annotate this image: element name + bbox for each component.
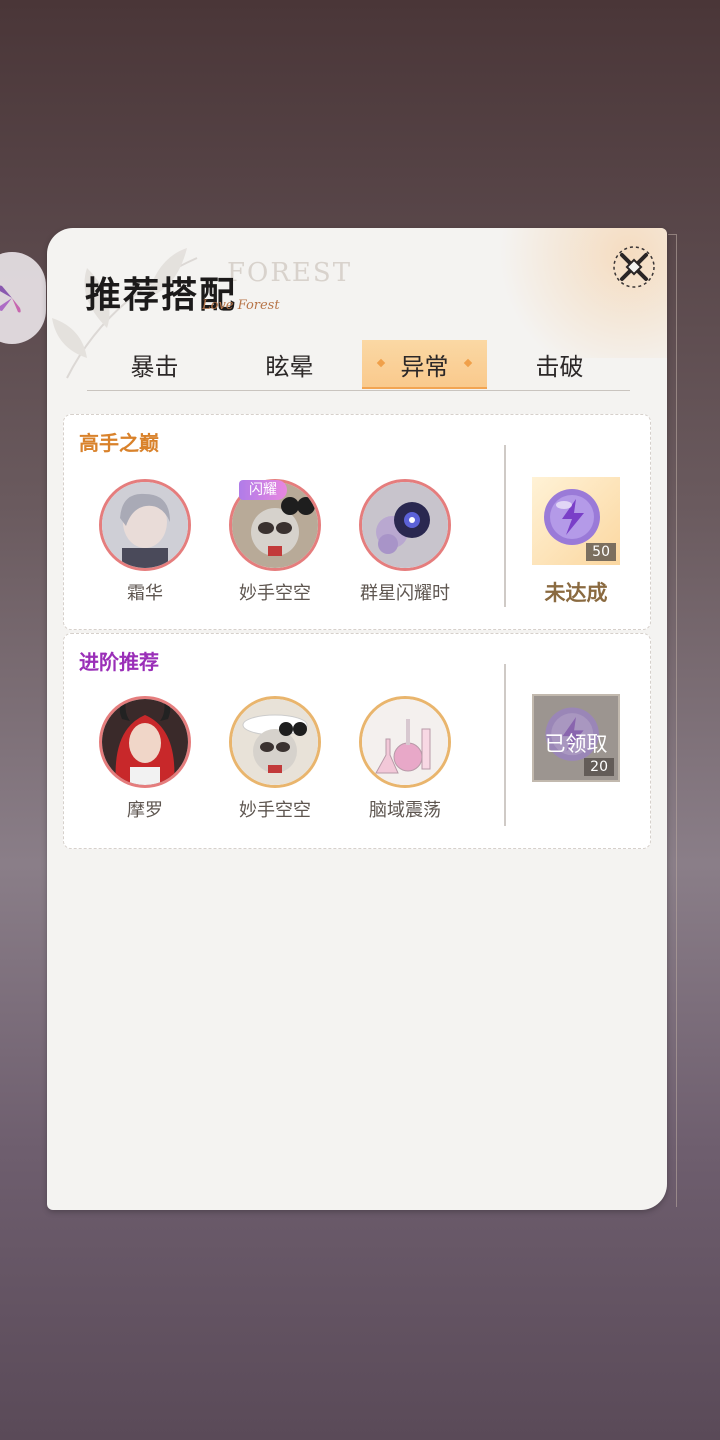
- close-button[interactable]: [609, 242, 659, 292]
- tab-stun[interactable]: 眩晕: [222, 340, 357, 388]
- section-title: 进阶推荐: [79, 650, 159, 674]
- avatar: [229, 696, 321, 788]
- avatar: [99, 479, 191, 571]
- reward-item[interactable]: 50: [532, 477, 620, 565]
- section-card-advanced: 进阶推荐 摩罗 妙手空空 脑域震荡 已领取 20: [63, 633, 651, 849]
- claimed-label: 已领取: [544, 732, 608, 756]
- reward-item[interactable]: 已领取 20: [532, 694, 620, 782]
- close-icon: [613, 246, 655, 288]
- combo-item-character[interactable]: 霜华: [80, 479, 210, 605]
- combo-item-character[interactable]: 摩罗: [80, 696, 210, 822]
- avatar: [359, 696, 451, 788]
- category-tabs: 暴击 眩晕 异常 击破: [87, 340, 630, 391]
- tab-crit[interactable]: 暴击: [87, 340, 222, 388]
- tab-label: 暴击: [130, 352, 179, 381]
- panel-frame-line: [668, 234, 677, 1207]
- tab-label: 眩晕: [265, 352, 314, 381]
- tab-label: 异常: [400, 352, 449, 381]
- shine-badge: 闪耀: [239, 480, 287, 500]
- side-menu-bubble[interactable]: [0, 252, 46, 344]
- section-card-master: 高手之巅 霜华 闪耀 妙手空空 群星闪耀时 50 未达成: [63, 414, 651, 630]
- section-divider: [504, 445, 506, 607]
- tab-anomaly[interactable]: 异常: [362, 340, 487, 389]
- avatar: [359, 479, 451, 571]
- avatar: [99, 696, 191, 788]
- tab-dot-icon: [376, 358, 386, 368]
- combo-item-partner[interactable]: 妙手空空: [210, 696, 340, 822]
- combo-item-chip[interactable]: 群星闪耀时: [340, 479, 470, 605]
- recommend-panel: FOREST 推荐搭配 Love Forest 暴击 眩晕 异常 击破 高手之巅: [47, 228, 667, 1210]
- item-label: 妙手空空: [239, 800, 311, 821]
- item-label: 摩罗: [127, 800, 163, 821]
- tab-break[interactable]: 击破: [492, 340, 627, 388]
- section-title: 高手之巅: [79, 431, 159, 455]
- background-word: FOREST: [227, 258, 353, 288]
- reward-status: 未达成: [544, 581, 608, 605]
- tab-dot-icon: [463, 358, 473, 368]
- item-label: 脑域震荡: [369, 800, 441, 821]
- combo-item-chip[interactable]: 脑域震荡: [340, 696, 470, 822]
- section-divider: [504, 664, 506, 826]
- item-label: 群星闪耀时: [360, 583, 450, 604]
- flower-icon: [0, 285, 21, 313]
- item-label: 霜华: [127, 583, 163, 604]
- item-label: 妙手空空: [239, 583, 311, 604]
- page-subtitle: Love Forest: [202, 298, 280, 313]
- tab-label: 击破: [535, 352, 584, 381]
- reward-count: 20: [584, 758, 614, 776]
- reward-count: 50: [586, 543, 616, 561]
